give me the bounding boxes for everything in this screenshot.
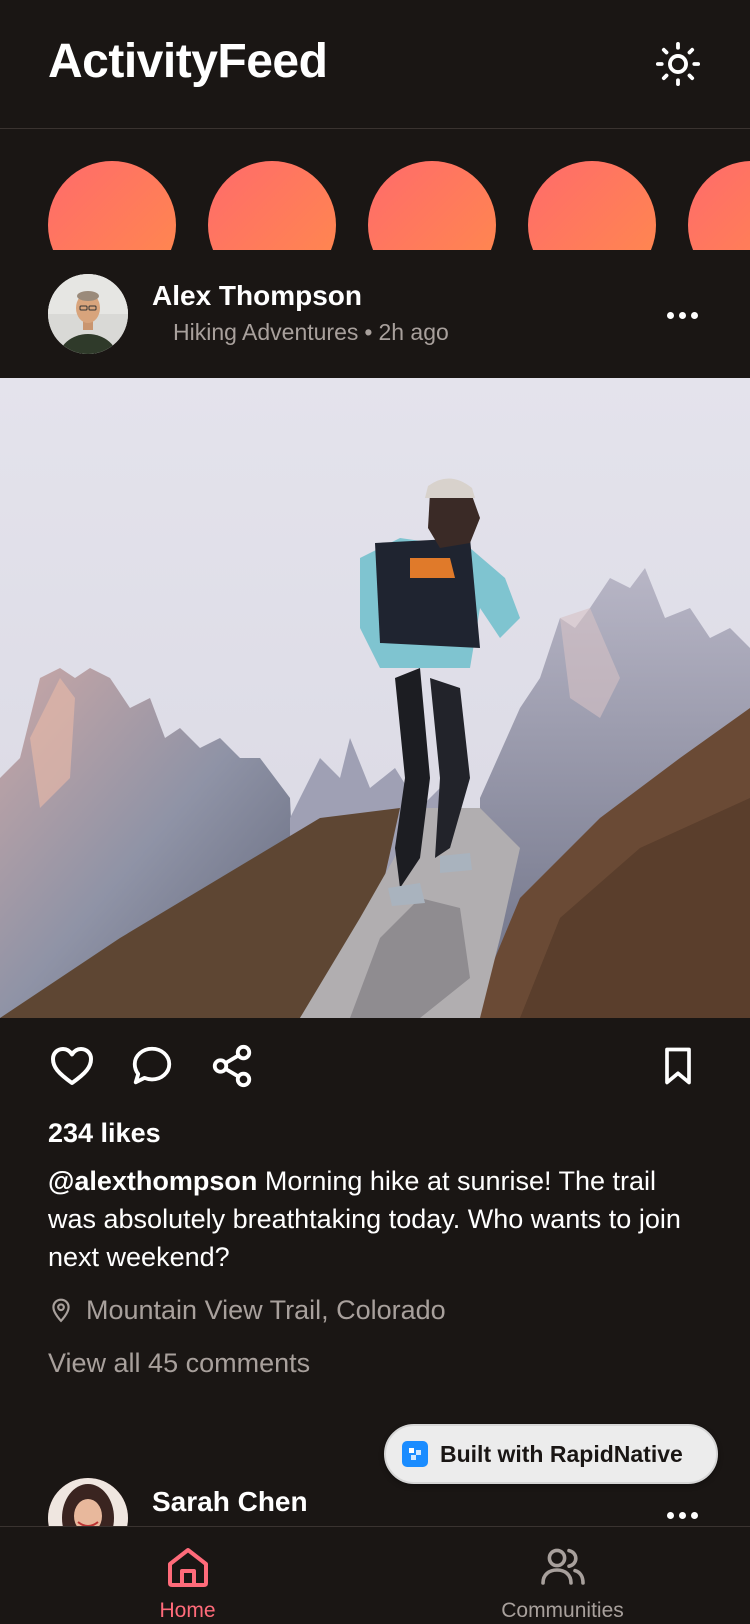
tab-label: Communities bbox=[501, 1599, 624, 1622]
meta-separator: • bbox=[364, 319, 373, 345]
badge-label: Built with RapidNative bbox=[440, 1440, 683, 1467]
post-location[interactable]: Mountain View Trail, Colorado bbox=[48, 1292, 446, 1328]
activity-feed-screen: ActivityFeed Alex Thompson Hiking Advent… bbox=[0, 0, 750, 1624]
share-icon bbox=[212, 1044, 252, 1088]
rapidnative-logo-icon bbox=[402, 1441, 428, 1467]
story-avatar[interactable] bbox=[528, 161, 656, 250]
community-name[interactable]: Hiking Adventures bbox=[173, 319, 358, 345]
comment-button[interactable] bbox=[126, 1040, 178, 1092]
app-header: ActivityFeed bbox=[0, 0, 750, 129]
stories-row bbox=[0, 129, 750, 250]
avatar[interactable] bbox=[48, 274, 128, 354]
theme-toggle-button[interactable] bbox=[652, 38, 704, 90]
author-handle[interactable]: @alexthompson bbox=[48, 1166, 257, 1196]
post-time: 2h ago bbox=[378, 319, 449, 345]
post-caption: @alexthompson Morning hike at sunrise! T… bbox=[48, 1162, 688, 1276]
like-button[interactable] bbox=[46, 1040, 98, 1092]
home-icon bbox=[167, 1548, 208, 1587]
more-dots-icon bbox=[666, 1511, 674, 1519]
author-name[interactable]: Alex Thompson bbox=[152, 280, 362, 312]
location-text: Mountain View Trail, Colorado bbox=[86, 1294, 446, 1325]
story-avatar[interactable] bbox=[208, 161, 336, 250]
comment-icon bbox=[132, 1046, 172, 1085]
more-options-button[interactable] bbox=[660, 300, 704, 330]
author-name[interactable]: Sarah Chen bbox=[152, 1486, 308, 1518]
bottom-tab-bar: Home Communities bbox=[0, 1526, 750, 1624]
tab-communities[interactable]: Communities bbox=[375, 1527, 750, 1624]
share-button[interactable] bbox=[206, 1040, 258, 1092]
story-avatar[interactable] bbox=[368, 161, 496, 250]
post-image[interactable] bbox=[0, 378, 750, 1018]
users-icon bbox=[540, 1548, 585, 1585]
likes-count[interactable]: 234 likes bbox=[48, 1118, 161, 1149]
bookmark-button[interactable] bbox=[652, 1040, 704, 1092]
tab-label: Home bbox=[159, 1599, 216, 1622]
location-pin-icon bbox=[52, 1298, 70, 1323]
app-title: ActivityFeed bbox=[48, 35, 328, 88]
tab-home[interactable]: Home bbox=[0, 1527, 375, 1624]
sun-icon bbox=[655, 41, 701, 87]
post-meta: Hiking Adventures • 2h ago bbox=[173, 319, 449, 346]
view-comments-link[interactable]: View all 45 comments bbox=[48, 1348, 310, 1379]
story-avatar[interactable] bbox=[688, 161, 750, 250]
built-with-badge[interactable]: Built with RapidNative bbox=[384, 1424, 718, 1484]
story-avatar[interactable] bbox=[48, 161, 176, 250]
post-actions bbox=[0, 1018, 750, 1118]
post-header: Alex Thompson Hiking Adventures • 2h ago bbox=[0, 250, 750, 378]
heart-icon bbox=[51, 1047, 93, 1085]
bookmark-icon bbox=[665, 1047, 691, 1085]
more-dots-icon bbox=[666, 311, 674, 319]
